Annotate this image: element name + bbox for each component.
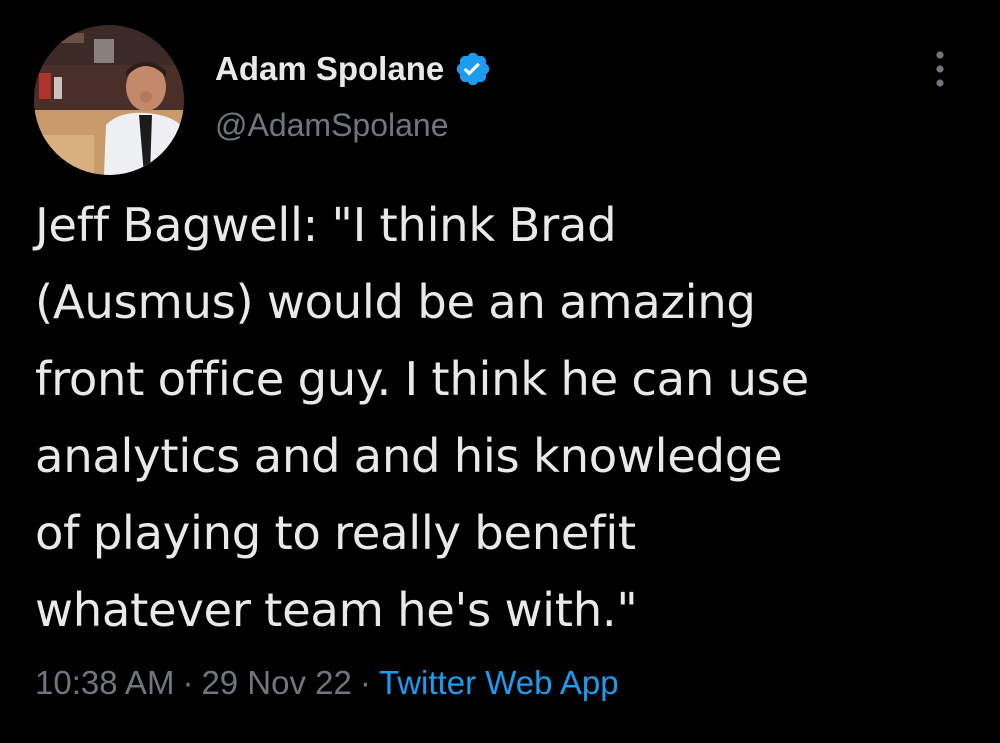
meta-separator: · [182, 664, 194, 701]
tweet-time[interactable]: 10:38 AM [35, 664, 174, 701]
tweet-text-line: of playing to really benefit [35, 506, 636, 560]
author-block: Adam Spolane @AdamSpolane [215, 45, 492, 144]
tweet-text-line: (Ausmus) would be an amazing [35, 275, 756, 329]
tweet-meta: 10:38 AM · 29 Nov 22 · Twitter Web App [35, 664, 619, 702]
tweet-date[interactable]: 29 Nov 22 [201, 664, 351, 701]
tweet-text-line: analytics and and his knowledge [35, 429, 783, 483]
tweet-source-link[interactable]: Twitter Web App [379, 664, 619, 701]
avatar-photo [34, 25, 184, 175]
author-name-row: Adam Spolane [215, 45, 492, 93]
avatar[interactable] [34, 25, 184, 175]
tweet-text-line: front office guy. I think he can use [35, 352, 809, 406]
verified-badge-icon[interactable] [454, 50, 492, 88]
author-handle[interactable]: @AdamSpolane [215, 107, 492, 144]
more-options-icon[interactable] [926, 48, 954, 90]
tweet: Adam Spolane @AdamSpolane Jeff Bagwell: … [0, 0, 1000, 743]
tweet-text-line: Jeff Bagwell: "I think Brad [35, 198, 617, 252]
meta-separator: · [359, 664, 371, 701]
tweet-text: Jeff Bagwell: "I think Brad (Ausmus) wou… [35, 187, 980, 649]
tweet-text-line: whatever team he's with." [35, 583, 638, 637]
author-display-name[interactable]: Adam Spolane [215, 50, 444, 88]
